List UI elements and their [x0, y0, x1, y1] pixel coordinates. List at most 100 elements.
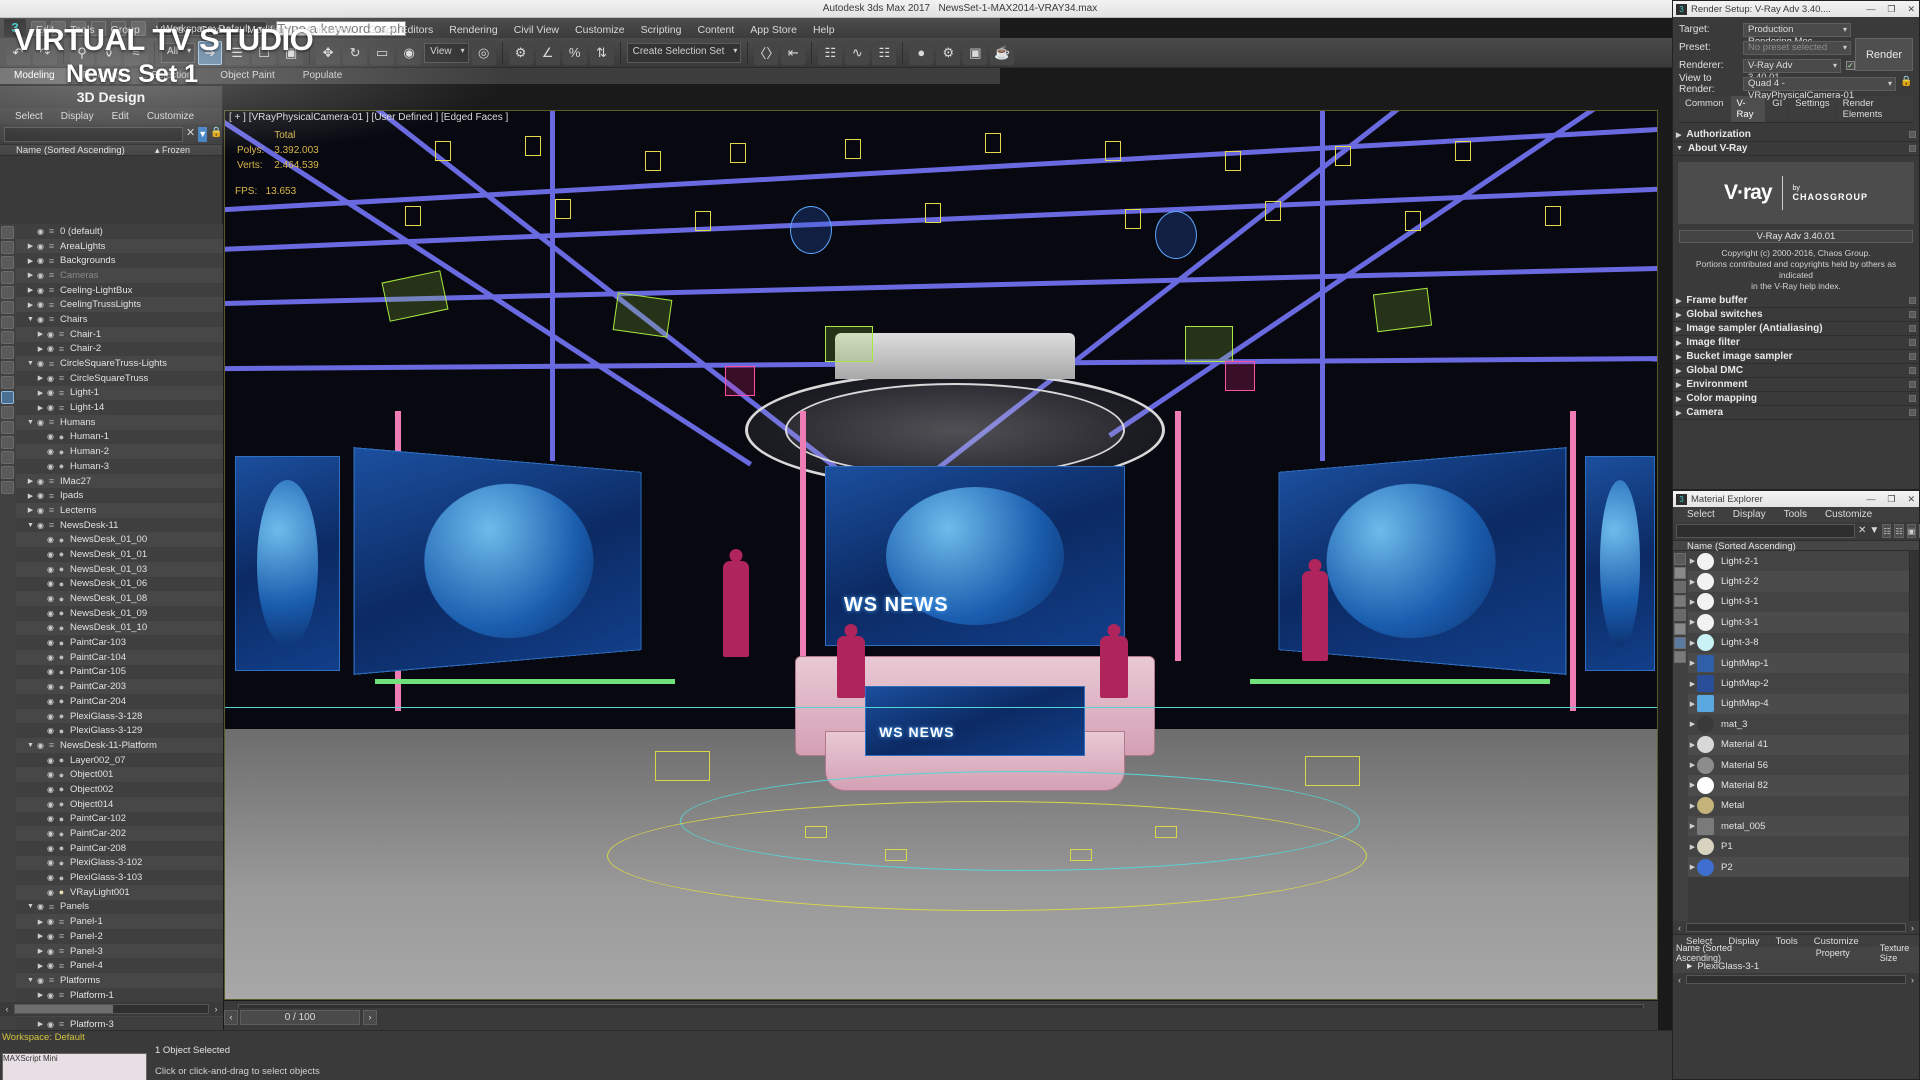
scene-explorer-row[interactable]: ◉≡Panel-1	[16, 914, 223, 929]
material-swatch[interactable]	[1697, 797, 1714, 814]
material-editor-icon[interactable]: ●	[909, 41, 933, 65]
scene-explorer-row[interactable]: ◉●Object001	[16, 767, 223, 782]
visibility-eye-icon[interactable]: ◉	[35, 315, 46, 324]
sort-icon[interactable]	[1, 466, 14, 479]
scene-explorer-row[interactable]: ◉●NewsDesk_01_09	[16, 606, 223, 621]
rollout-color-mapping[interactable]: ▶Color mapping	[1673, 392, 1919, 406]
visibility-eye-icon[interactable]: ◉	[45, 991, 56, 1000]
scene-explorer-row[interactable]: ◉●NewsDesk_01_00	[16, 532, 223, 547]
chevron-right-icon[interactable]: ▶	[1688, 781, 1697, 789]
select-by-name-icon[interactable]: ☰	[225, 41, 249, 65]
list-view-icon[interactable]	[1, 421, 14, 434]
scene-explorer-row[interactable]: ◉●NewsDesk_01_08	[16, 591, 223, 606]
material-swatch[interactable]	[1697, 716, 1714, 733]
particles-filter-icon[interactable]	[1, 361, 14, 374]
visibility-eye-icon[interactable]: ◉	[45, 785, 56, 794]
visibility-eye-icon[interactable]: ◉	[45, 858, 56, 867]
visibility-eye-icon[interactable]: ◉	[45, 565, 56, 574]
chevron-right-icon[interactable]	[26, 301, 35, 309]
render-setup-icon[interactable]: ⚙	[936, 41, 960, 65]
visibility-eye-icon[interactable]: ◉	[45, 638, 56, 647]
visibility-eye-icon[interactable]: ◉	[45, 682, 56, 691]
chevron-down-icon[interactable]	[26, 360, 35, 367]
scene-explorer-row[interactable]: ◉●NewsDesk_01_10	[16, 621, 223, 636]
visibility-eye-icon[interactable]: ◉	[35, 359, 46, 368]
named-selection-set-combo[interactable]: Create Selection Set	[627, 43, 742, 63]
visibility-eye-icon[interactable]: ◉	[45, 888, 56, 897]
chevron-right-icon[interactable]: ▶	[1688, 618, 1697, 626]
menu-item-rendering[interactable]: Rendering	[441, 22, 505, 38]
scene-explorer-row[interactable]: ◉≡NewsDesk-11-Platform	[16, 738, 223, 753]
chevron-down-icon[interactable]	[26, 742, 35, 749]
material-swatch[interactable]	[1697, 573, 1714, 590]
rollout-global-switches[interactable]: ▶Global switches	[1673, 308, 1919, 322]
scene-materials-icon[interactable]	[1674, 623, 1686, 635]
chevron-right-icon[interactable]: ▶	[1688, 639, 1697, 647]
chevron-right-icon[interactable]: ▶	[1676, 367, 1681, 375]
maximize-icon[interactable]: ❐	[1883, 494, 1899, 505]
scene-explorer-row[interactable]: ◉≡Ceeling-LightBux	[16, 283, 223, 298]
clear-icon[interactable]: ✕	[1858, 524, 1866, 538]
chevron-right-icon[interactable]	[36, 991, 45, 999]
ribbon-tab-selection[interactable]: Selection	[137, 68, 206, 84]
maximize-icon[interactable]: ❐	[1883, 4, 1899, 15]
menu-item-civil-view[interactable]: Civil View	[506, 22, 567, 38]
renderer-combo[interactable]: V-Ray Adv 3.40.01	[1743, 59, 1841, 73]
visibility-eye-icon[interactable]: ◉	[45, 432, 56, 441]
scene-explorer-row[interactable]: ◉≡NewsDesk-11	[16, 518, 223, 533]
material-row[interactable]: ▶Light-3-1	[1688, 592, 1909, 612]
checkbox-icon[interactable]: ✓	[1846, 61, 1855, 70]
material-explorer-vscrollbar[interactable]	[1909, 551, 1919, 921]
curve-editor-icon[interactable]: ∿	[845, 41, 869, 65]
chevron-right-icon[interactable]: ▶	[1688, 680, 1697, 688]
select-and-move-icon[interactable]: ✥	[316, 41, 340, 65]
rollout-pin-icon[interactable]	[1909, 297, 1916, 304]
scene-explorer-row[interactable]: ◉≡Panel-3	[16, 944, 223, 959]
chevron-down-icon[interactable]	[26, 419, 35, 426]
visibility-eye-icon[interactable]: ◉	[45, 623, 56, 632]
material-row[interactable]: ▶P1	[1688, 836, 1909, 856]
target-combo[interactable]: Production Rendering Moc	[1743, 23, 1851, 37]
material-row[interactable]: ▶LightMap-1	[1688, 653, 1909, 673]
material-menu-customize[interactable]: Customize	[1816, 509, 1881, 520]
chevron-right-icon[interactable]	[36, 947, 45, 955]
chevron-right-icon[interactable]: ▶	[1676, 395, 1681, 403]
rollout-pin-icon[interactable]	[1909, 395, 1916, 402]
chevron-right-icon[interactable]	[36, 932, 45, 940]
redo-icon[interactable]: ↷	[33, 41, 57, 65]
material-swatch[interactable]	[1697, 777, 1714, 794]
chevron-right-icon[interactable]	[36, 404, 45, 412]
rollout-bucket-image-sampler[interactable]: ▶Bucket image sampler	[1673, 350, 1919, 364]
scroll-track[interactable]	[1686, 975, 1906, 984]
next-frame-button[interactable]: ›	[363, 1010, 377, 1025]
geometry-filter-icon[interactable]	[1, 241, 14, 254]
chevron-right-icon[interactable]	[26, 506, 35, 514]
rollout-pin-icon[interactable]	[1909, 409, 1916, 416]
window-crossing-icon[interactable]: ▣	[279, 41, 303, 65]
scene-explorer-row[interactable]: ◉≡Panels	[16, 900, 223, 915]
material-swatch[interactable]	[1697, 695, 1714, 712]
visibility-eye-icon[interactable]: ◉	[35, 902, 46, 911]
selection-filter-combo[interactable]: All	[161, 43, 195, 63]
material-swatch[interactable]	[1697, 553, 1714, 570]
visibility-eye-icon[interactable]: ◉	[45, 697, 56, 706]
visibility-eye-icon[interactable]: ◉	[45, 594, 56, 603]
scene-explorer-row[interactable]: ◉●NewsDesk_01_03	[16, 562, 223, 577]
material-swatch[interactable]	[1697, 634, 1714, 651]
material-search-input[interactable]	[1676, 524, 1855, 538]
scene-explorer-row[interactable]: ◉●PaintCar-102	[16, 812, 223, 827]
material-swatch[interactable]	[1697, 614, 1714, 631]
material-row[interactable]: ▶LightMap-4	[1688, 694, 1909, 714]
menu-item-tools[interactable]: Tools	[62, 22, 103, 38]
filter-icon[interactable]: ▼	[1869, 524, 1879, 538]
chevron-right-icon[interactable]	[36, 330, 45, 338]
scene-explorer-row[interactable]: ◉≡Panel-4	[16, 958, 223, 973]
chevron-right-icon[interactable]: ▶	[1687, 962, 1692, 970]
scene-explorer-row[interactable]: ◉●PaintCar-105	[16, 665, 223, 680]
chevron-right-icon[interactable]: ▶	[1688, 822, 1697, 830]
menu-item-content[interactable]: Content	[689, 22, 742, 38]
scene-explorer-row[interactable]: ◉●PaintCar-208	[16, 841, 223, 856]
scene-explorer-row[interactable]: ◉≡Cameras	[16, 268, 223, 283]
menu-item-create[interactable]: Create	[192, 22, 240, 38]
select-object-icon[interactable]: ➔	[198, 41, 222, 65]
